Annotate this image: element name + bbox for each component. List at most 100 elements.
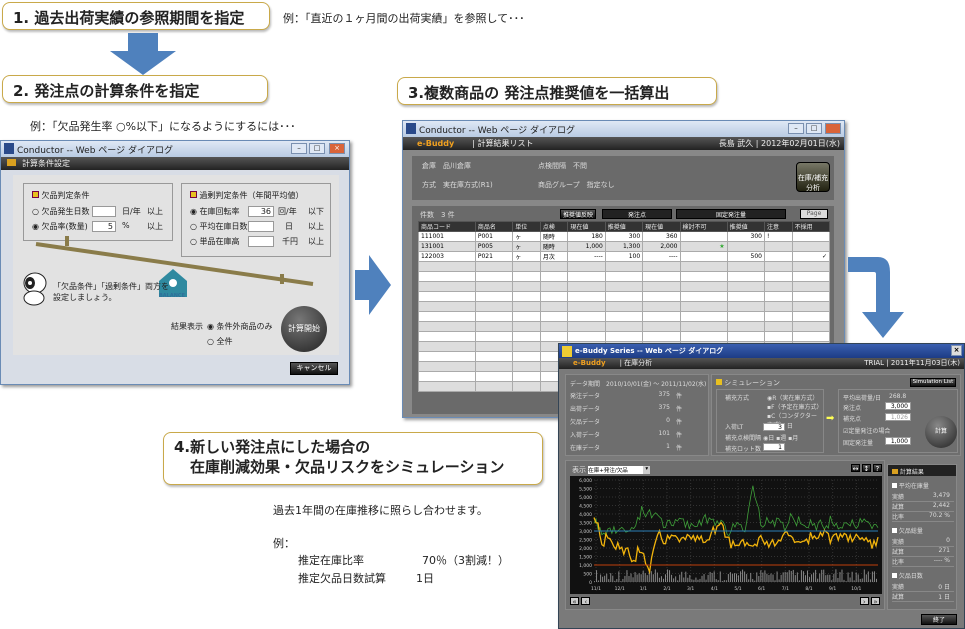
table-cell[interactable]: [604, 331, 644, 342]
empty-table-row[interactable]: [418, 261, 831, 272]
table-cell[interactable]: [791, 281, 831, 292]
column-header[interactable]: 商品名: [474, 221, 514, 232]
cancel-button[interactable]: キャンセル: [290, 362, 338, 375]
close-button[interactable]: ×: [951, 345, 962, 356]
column-header[interactable]: 現在値: [642, 221, 681, 232]
maximize-button[interactable]: □: [309, 143, 325, 154]
calculate-button[interactable]: 計算: [925, 416, 957, 448]
table-cell[interactable]: [679, 231, 728, 242]
table-cell[interactable]: 300: [726, 231, 765, 242]
table-cell[interactable]: [791, 241, 831, 252]
empty-table-row[interactable]: [418, 291, 831, 302]
method-f-radio[interactable]: ▪F（予定在庫方式）: [767, 402, 823, 411]
table-cell[interactable]: [791, 271, 831, 282]
table-cell[interactable]: [726, 241, 765, 252]
table-cell[interactable]: [726, 321, 765, 332]
table-cell[interactable]: [679, 291, 728, 302]
page-button[interactable]: Page: [800, 209, 828, 219]
table-cell[interactable]: [679, 321, 728, 332]
last-page-icon[interactable]: »: [871, 597, 880, 606]
table-cell[interactable]: [726, 301, 765, 312]
table-cell[interactable]: [604, 301, 644, 312]
cycle-radios[interactable]: ◉日 ▪週 ▪月: [763, 433, 798, 442]
shortage-days-input[interactable]: [92, 206, 116, 217]
minimize-button[interactable]: –: [788, 123, 804, 134]
column-header[interactable]: 点検: [539, 221, 569, 232]
table-cell[interactable]: 500: [726, 251, 765, 262]
empty-table-row[interactable]: [418, 311, 831, 322]
checkbox-icon[interactable]: [190, 191, 197, 198]
column-header[interactable]: 現在値: [567, 221, 606, 232]
table-cell[interactable]: [679, 331, 728, 342]
shortage-rate-option[interactable]: ◉ 欠品率(数量) 5% 以上: [32, 221, 172, 232]
column-header[interactable]: 不採用: [791, 221, 831, 232]
table-cell[interactable]: [604, 281, 644, 292]
table-cell[interactable]: ★: [679, 241, 728, 252]
view-select[interactable]: 在庫+発注/欠品 ▾: [588, 466, 651, 474]
close-dialog-button[interactable]: 終了: [921, 614, 957, 625]
table-cell[interactable]: [791, 231, 831, 242]
refill-point-input[interactable]: 1,026: [885, 413, 911, 421]
table-cell[interactable]: 1,300: [604, 241, 644, 252]
expand-vertical-icon[interactable]: ↕: [861, 464, 871, 473]
empty-table-row[interactable]: [418, 281, 831, 292]
table-cell[interactable]: [604, 291, 644, 302]
column-header[interactable]: 商品コード: [418, 221, 476, 232]
checkbox-icon[interactable]: [892, 528, 897, 533]
close-button[interactable]: ×: [329, 143, 345, 154]
table-cell[interactable]: [726, 261, 765, 272]
table-cell[interactable]: [726, 281, 765, 292]
table-cell[interactable]: [726, 271, 765, 282]
fixed-order-input[interactable]: 1,000: [885, 437, 911, 445]
table-cell[interactable]: [604, 321, 644, 332]
result-option-all[interactable]: ○ 全件: [207, 336, 233, 347]
column-header[interactable]: 注意: [763, 221, 793, 232]
order-point-input[interactable]: 3,000: [885, 402, 911, 410]
table-cell[interactable]: [604, 271, 644, 282]
expand-horizontal-icon[interactable]: ↔: [851, 464, 860, 473]
column-header[interactable]: 単位: [512, 221, 541, 232]
checkbox-icon[interactable]: [892, 573, 897, 578]
table-cell[interactable]: [726, 311, 765, 322]
table-cell[interactable]: ✓: [791, 251, 831, 262]
close-button[interactable]: [825, 123, 841, 134]
turnover-input[interactable]: 36: [248, 206, 274, 217]
lead-time-input[interactable]: 3: [763, 422, 785, 431]
simulation-list-button[interactable]: Simulation List: [910, 378, 956, 387]
table-row[interactable]: 122003 P021 ヶ月次 ---- 100 ---- 500 ✓: [418, 251, 831, 262]
result-option-outliers[interactable]: ◉ 条件外商品のみ: [207, 321, 273, 332]
empty-table-row[interactable]: [418, 331, 831, 342]
table-cell[interactable]: [679, 311, 728, 322]
table-cell[interactable]: 100: [604, 251, 644, 262]
table-cell[interactable]: [726, 331, 765, 342]
table-cell[interactable]: [679, 281, 728, 292]
table-cell[interactable]: [791, 311, 831, 322]
next-page-icon[interactable]: ›: [859, 597, 869, 606]
table-cell[interactable]: [679, 251, 728, 262]
column-header[interactable]: 推奨値: [726, 221, 765, 232]
table-cell[interactable]: [679, 301, 728, 312]
minimize-button[interactable]: –: [291, 143, 307, 154]
table-row[interactable]: 131001 P005 ヶ随時 1,000 1,300 2,000 ★: [418, 241, 831, 252]
table-cell[interactable]: [791, 261, 831, 272]
maximize-button[interactable]: □: [806, 123, 822, 134]
empty-table-row[interactable]: [418, 321, 831, 332]
table-cell[interactable]: [679, 261, 728, 272]
empty-table-row[interactable]: [418, 271, 831, 282]
table-cell[interactable]: [604, 311, 644, 322]
shortage-days-option[interactable]: ○ 欠品発生日数 日/年 以上: [32, 206, 172, 217]
table-cell[interactable]: [791, 291, 831, 302]
checkbox-icon[interactable]: [892, 483, 897, 488]
table-cell[interactable]: [604, 261, 644, 272]
checkbox-icon[interactable]: [32, 191, 39, 198]
method-r-radio[interactable]: ◉R（実在庫方式）: [767, 393, 818, 402]
shortage-rate-input[interactable]: 5: [92, 221, 116, 232]
apply-recommended-button[interactable]: 推奨値反映: [560, 209, 596, 219]
prev-page-icon[interactable]: ‹: [581, 597, 591, 606]
table-row[interactable]: 111001 P001 ヶ随時 180 300 360 300!: [418, 231, 831, 242]
empty-table-row[interactable]: [418, 301, 831, 312]
table-cell[interactable]: [726, 291, 765, 302]
fixed-order-checkbox[interactable]: ☑定量発注の場合: [843, 426, 890, 435]
table-cell[interactable]: [791, 321, 831, 332]
column-header[interactable]: 検討不可: [679, 221, 728, 232]
